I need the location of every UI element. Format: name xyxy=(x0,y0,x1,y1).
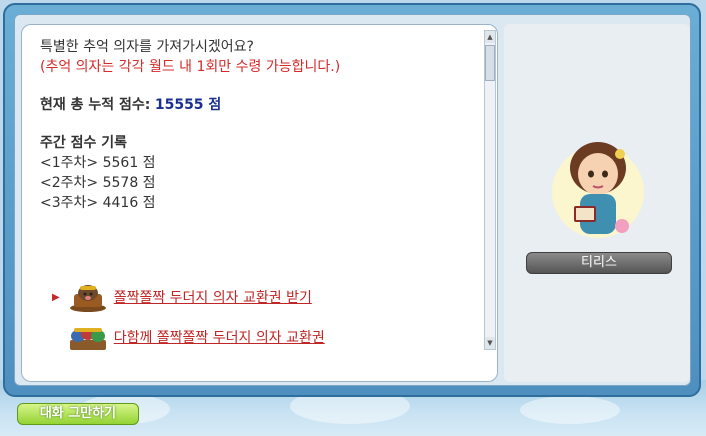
dialog-scrollbar[interactable]: ▲ ▼ xyxy=(484,30,496,350)
reward-option-1[interactable]: ▶ 쫄짝쫄짝 두더지 의자 교환권 받기 xyxy=(52,280,312,314)
npc-portrait xyxy=(552,142,644,238)
week-row-2: <2주차> 5578 점 xyxy=(40,173,480,193)
end-chat-button[interactable]: 대화 그만하기 xyxy=(17,403,139,425)
week-label: <2주차> xyxy=(40,175,99,191)
week-score: 5578 점 xyxy=(102,175,156,191)
mole-chair-icon xyxy=(68,282,108,312)
bullet-arrow-icon: ▶ xyxy=(52,291,60,303)
npc-panel: 티리스 xyxy=(504,24,690,382)
mole-group-chair-icon xyxy=(68,322,108,352)
week-row-3: <3주차> 4416 점 xyxy=(40,193,480,213)
dialog-notice: (추억 의자는 각각 월드 내 1회만 수령 가능합니다.) xyxy=(40,59,341,75)
scroll-up-icon[interactable]: ▲ xyxy=(485,31,495,43)
week-row-1: <1주차> 5561 점 xyxy=(40,153,480,173)
total-score-label: 현재 총 누적 점수: xyxy=(40,97,151,113)
dialog-question: 특별한 추억 의자를 가져가시겠어요? xyxy=(40,39,254,55)
total-score-row: 현재 총 누적 점수: 15555 점 xyxy=(40,95,480,115)
week-label: <1주차> xyxy=(40,155,99,171)
weekly-score-title: 주간 점수 기록 xyxy=(40,135,128,151)
week-score: 5561 점 xyxy=(102,155,156,171)
npc-name-plate: 티리스 xyxy=(526,252,672,274)
dialog-content: 특별한 추억 의자를 가져가시겠어요? (추억 의자는 각각 월드 내 1회만 … xyxy=(40,37,480,213)
dialog-text-panel: 특별한 추억 의자를 가져가시겠어요? (추억 의자는 각각 월드 내 1회만 … xyxy=(21,24,498,382)
total-score-value: 15555 점 xyxy=(154,97,222,113)
week-label: <3주차> xyxy=(40,195,99,211)
reward-option-label[interactable]: 쫄짝쫄짝 두더지 의자 교환권 받기 xyxy=(114,287,312,307)
week-score: 4416 점 xyxy=(102,195,156,211)
scroll-down-icon[interactable]: ▼ xyxy=(485,337,495,349)
scroll-thumb[interactable] xyxy=(485,45,495,81)
reward-option-label[interactable]: 다함께 쫄짝쫄짝 두더지 의자 교환권 xyxy=(114,327,325,347)
reward-option-2[interactable]: ▶ 다함께 쫄짝쫄짝 두더지 의자 교환권 xyxy=(52,320,325,354)
